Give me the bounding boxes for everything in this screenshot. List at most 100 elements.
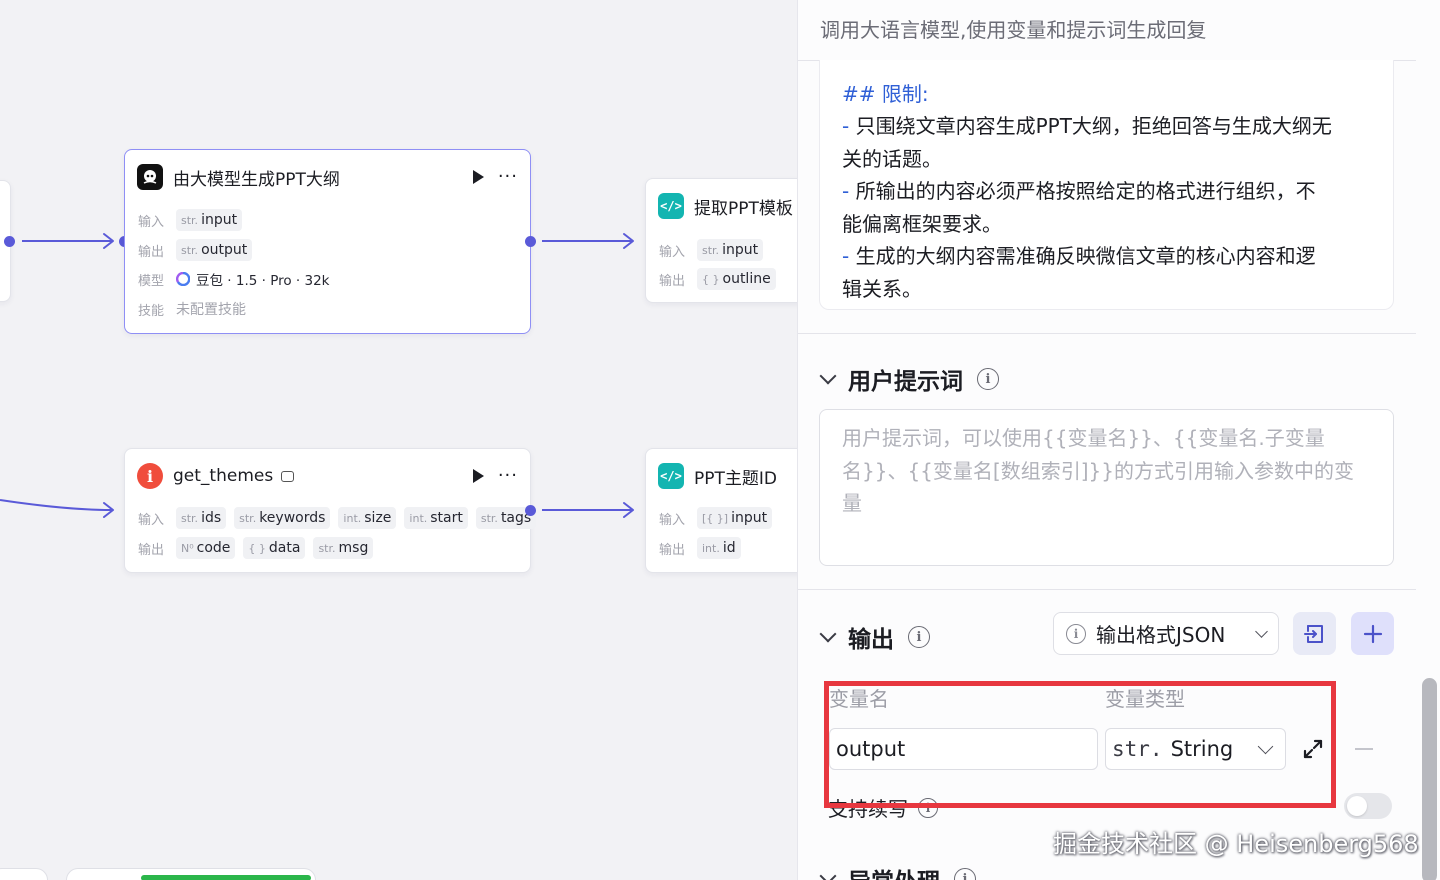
- type-prefix: [{ }]: [702, 511, 729, 525]
- type-prefix: str.: [181, 243, 199, 257]
- type-prefix: int.: [409, 511, 428, 525]
- llm-robot-icon: [137, 164, 163, 190]
- node-output-row: 输出 { } outline: [659, 268, 776, 290]
- param-tag: int. id: [697, 537, 741, 559]
- exception-section-header[interactable]: 异常处理 i: [819, 862, 976, 880]
- param-tag: str. output: [176, 239, 253, 261]
- type-prefix: str.: [480, 511, 498, 525]
- remove-variable-icon[interactable]: [1355, 748, 1373, 750]
- output-label: 输出: [138, 542, 165, 558]
- more-options-icon[interactable]: ···: [498, 467, 518, 485]
- code-icon: </>: [658, 463, 684, 489]
- canvas-toolbar-pill[interactable]: [0, 868, 48, 880]
- divider: [798, 333, 1416, 334]
- output-port[interactable]: [4, 236, 15, 247]
- output-port[interactable]: [525, 505, 536, 516]
- param-tag: int. size: [338, 507, 397, 529]
- param-name: input: [722, 242, 759, 258]
- param-tag: str. input: [697, 239, 764, 261]
- chevron-down-icon[interactable]: [819, 625, 837, 643]
- run-node-icon[interactable]: [472, 469, 484, 483]
- run-node-icon[interactable]: [472, 170, 484, 184]
- node-output-row: 输出 N⁰ code { } data str. msg: [138, 537, 374, 559]
- info-icon[interactable]: i: [954, 868, 976, 880]
- type-prefix: str.: [702, 243, 720, 257]
- more-options-icon[interactable]: ···: [498, 168, 518, 186]
- node-config-panel: 调用大语言模型,使用变量和提示词生成回复 ## 限制: - 只围绕文章内容生成P…: [797, 0, 1440, 880]
- node-input-row: 输入 str. input: [659, 239, 764, 261]
- prompt-line: - 所输出的内容必须严格按照给定的格式进行组织，不: [842, 179, 1316, 203]
- info-icon[interactable]: i: [908, 626, 930, 648]
- type-prefix: str.: [239, 511, 257, 525]
- type-prefix: str.: [181, 213, 199, 227]
- node-skill-row: 技能 未配置技能: [138, 298, 246, 320]
- progress-accent: [141, 875, 311, 880]
- node-llm-outline[interactable]: 由大模型生成PPT大纲 ··· 输入 str. input 输出 str. outp…: [124, 149, 531, 334]
- param-tag: [{ }] input: [697, 507, 773, 529]
- param-tag: int. start: [404, 507, 468, 529]
- workflow-canvas[interactable]: 由大模型生成PPT大纲 ··· 输入 str. input 输出 str. outp…: [0, 0, 797, 880]
- param-tag: { } outline: [697, 268, 776, 290]
- user-prompt-section-header[interactable]: 用户提示词 i: [819, 362, 999, 396]
- param-tag: { } data: [243, 537, 306, 559]
- type-prefix: str.: [318, 541, 336, 555]
- input-label: 输入: [138, 214, 165, 230]
- panel-scrollbar[interactable]: [1422, 678, 1437, 880]
- node-input-row: 输入 str. ids str. keywords int. size int. sta…: [138, 507, 537, 529]
- type-prefix: int.: [702, 541, 720, 555]
- input-label: 输入: [659, 512, 686, 528]
- param-name: input: [731, 510, 768, 526]
- output-format-select[interactable]: i 输出格式JSON: [1053, 612, 1279, 655]
- divider: [798, 589, 1416, 590]
- node-output-row: 输出 str. output: [138, 239, 253, 261]
- continue-writing-toggle[interactable]: [1344, 793, 1392, 819]
- output-section-header[interactable]: 输出 i: [819, 620, 930, 654]
- system-prompt-editor[interactable]: ## 限制: - 只围绕文章内容生成PPT大纲，拒绝回答与生成大纲无 关的话题。…: [819, 60, 1394, 310]
- node-title: 由大模型生成PPT大纲: [173, 169, 340, 190]
- output-port[interactable]: [525, 236, 536, 247]
- node-title: 提取PPT模板: [694, 198, 793, 219]
- chevron-down-icon[interactable]: [819, 367, 837, 385]
- plus-icon: [1363, 624, 1382, 643]
- placeholder-line: 用户提示词，可以使用{{变量名}}、{{变量名.子变量: [842, 426, 1325, 450]
- chevron-down-icon[interactable]: [819, 867, 837, 880]
- type-prefix: int.: [343, 511, 362, 525]
- node-input-row: 输入 [{ }] input: [659, 507, 773, 529]
- node-extract-ppt-template[interactable]: </> 提取PPT模板 输入 str. input 输出 { } outline: [645, 178, 797, 303]
- prompt-line: 辑关系。: [842, 276, 922, 301]
- output-label: 输出: [659, 542, 686, 558]
- param-name: code: [196, 540, 231, 556]
- param-tag: str. keywords: [234, 507, 331, 529]
- param-name: keywords: [259, 510, 326, 526]
- doubao-logo-icon: [176, 272, 190, 286]
- edges-layer: [0, 233, 634, 518]
- param-name: output: [201, 242, 248, 258]
- prompt-line: 能偏离框架要求。: [842, 211, 1002, 236]
- prompt-line: - 生成的大纲内容需准确反映微信文章的核心内容和逻: [842, 244, 1316, 268]
- placeholder-line: 名}}、{{变量名[数组索引]}}的方式引用输入参数中的变: [842, 458, 1354, 483]
- model-value: 豆包 · 1.5 · Pro · 32k: [176, 269, 330, 289]
- format-label: 输出格式JSON: [1096, 623, 1226, 647]
- param-name: size: [364, 510, 392, 526]
- param-name: data: [268, 540, 301, 556]
- section-title: 用户提示词: [848, 369, 963, 395]
- chevron-down-icon: [1255, 624, 1268, 638]
- skill-value: 未配置技能: [176, 302, 246, 318]
- node-ppt-theme-id[interactable]: </> PPT主题ID 输入 [{ }] input 输出 int. id: [645, 448, 797, 573]
- param-name: outline: [722, 271, 771, 287]
- node-input-row: 输入 str. input: [138, 209, 243, 231]
- param-name: start: [430, 510, 463, 526]
- type-prefix: { }: [702, 272, 720, 286]
- info-icon[interactable]: i: [977, 368, 999, 390]
- user-prompt-input[interactable]: 用户提示词，可以使用{{变量名}}、{{变量名.子变量 名}}、{{变量名[数组…: [819, 409, 1394, 566]
- add-variable-button[interactable]: [1351, 612, 1394, 655]
- node-get-themes[interactable]: i get_themes ··· 输入 str. ids str. keywords…: [124, 448, 537, 573]
- import-variables-button[interactable]: [1293, 612, 1336, 655]
- section-title: 输出: [848, 627, 894, 653]
- import-icon: [1303, 624, 1323, 643]
- param-name: msg: [338, 540, 369, 556]
- plugin-badge-icon: [281, 470, 295, 482]
- canvas-toolbar-pill[interactable]: [66, 868, 316, 880]
- model-name: 豆包 · 1.5 · Pro · 32k: [196, 273, 330, 289]
- skill-label: 技能: [138, 303, 165, 319]
